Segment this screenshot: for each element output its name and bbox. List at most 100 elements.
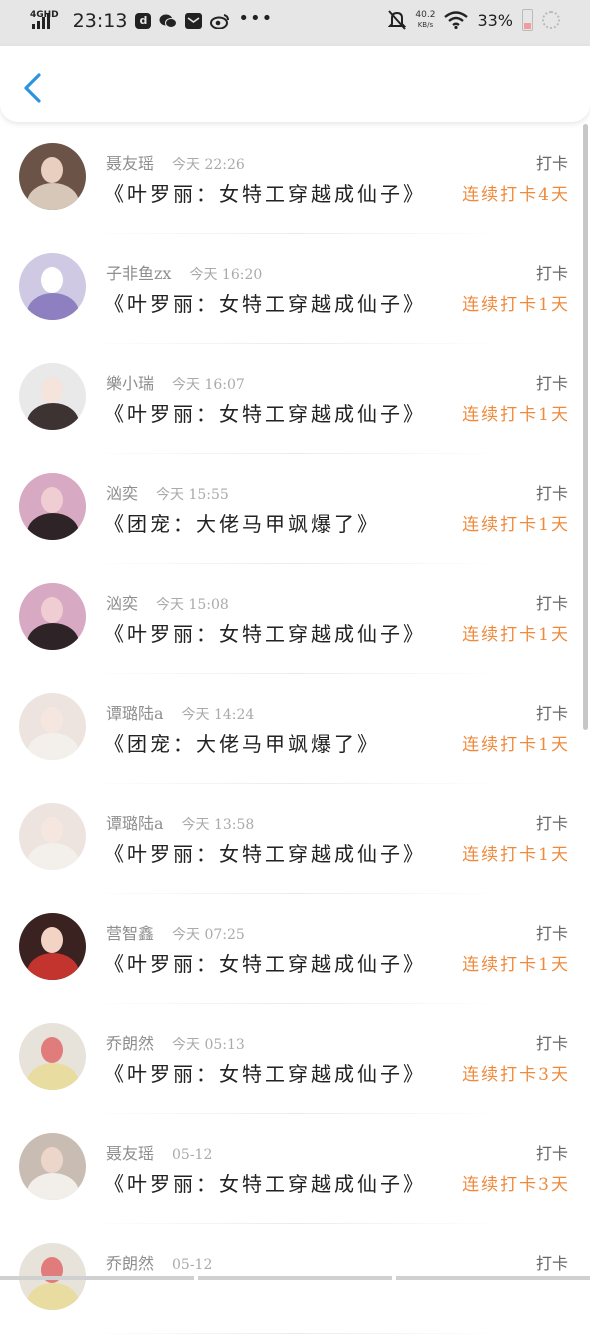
avatar-face: [41, 377, 63, 403]
avatar[interactable]: [19, 253, 86, 320]
user-name[interactable]: 谭璐陆a: [106, 700, 164, 724]
checkin-tag: 打卡: [535, 594, 568, 613]
chevron-left-icon[interactable]: [20, 72, 48, 104]
avatar-face: [41, 1147, 63, 1173]
avatar-figure: [27, 1063, 79, 1090]
user-name[interactable]: 营智鑫: [106, 920, 154, 944]
streak-label: 连续打卡3天: [462, 1175, 570, 1195]
streak-label: 连续打卡1天: [462, 625, 570, 645]
avatar-figure: [27, 623, 79, 650]
book-title[interactable]: 《团宠：大佬马甲飒爆了》: [104, 508, 380, 537]
avatar-face: [41, 927, 63, 953]
list-item[interactable]: 乔朗然 今天 05:13 打卡 《叶罗丽：女特工穿越成仙子》 连续打卡3天: [0, 1004, 590, 1114]
user-name[interactable]: 乔朗然: [106, 1250, 154, 1274]
user-name[interactable]: 聂友瑶: [106, 150, 154, 174]
speed-value: 40.2: [415, 10, 436, 20]
user-name[interactable]: 樂小瑞: [106, 370, 154, 394]
checkin-time: 今天 16:07: [172, 377, 245, 393]
book-title[interactable]: 《叶罗丽：女特工穿越成仙子》: [104, 178, 426, 207]
avatar-figure: [27, 843, 79, 870]
streak-label: 连续打卡1天: [462, 295, 570, 315]
record-meta: 汹奕 今天 15:55: [106, 480, 229, 504]
list-item[interactable]: 聂友瑶 05-12 打卡《叶罗丽：女特工穿越成仙子》 连续打卡3天: [0, 1114, 590, 1224]
list-item[interactable]: 子非鱼zx 今天 16:20 打卡《叶罗丽：女特工穿越成仙子》 连续打卡1天: [0, 234, 590, 344]
book-title[interactable]: 《叶罗丽：女特工穿越成仙子》: [104, 1058, 426, 1087]
streak-label: 连续打卡1天: [462, 955, 570, 975]
list-item[interactable]: 樂小瑞 今天 16:07 打卡 《叶罗丽：女特工穿越成仙子》 连续打卡1天: [0, 344, 590, 454]
speed-unit: KB/s: [417, 21, 434, 29]
scrollbar[interactable]: [583, 124, 588, 730]
streak-label: 连续打卡1天: [462, 845, 570, 865]
loading-icon: [542, 11, 560, 29]
checkin-time: 05-12: [172, 1147, 213, 1163]
status-left: 4GHD 23:13 d •••: [30, 8, 273, 33]
avatar[interactable]: [19, 583, 86, 650]
status-right: 40.2 KB/s 33%: [388, 9, 560, 31]
record-meta: 谭璐陆a 今天 14:24: [106, 700, 254, 724]
record-meta: 汹奕 今天 15:08: [106, 590, 229, 614]
checkin-time: 今天 14:24: [181, 707, 255, 723]
app-icon: d: [135, 13, 152, 29]
user-name[interactable]: 子非鱼zx: [106, 260, 171, 284]
checkin-time: 今天 07:25: [172, 927, 245, 943]
book-title[interactable]: 《叶罗丽：女特工穿越成仙子》: [104, 1168, 426, 1197]
book-title[interactable]: 《叶罗丽：女特工穿越成仙子》: [104, 288, 426, 317]
book-title[interactable]: 《叶罗丽：女特工穿越成仙子》: [104, 838, 426, 867]
record-meta: 谭璐陆a 今天 13:58: [106, 810, 254, 834]
avatar-figure: [27, 293, 79, 320]
avatar[interactable]: [19, 913, 86, 980]
avatar[interactable]: [19, 363, 86, 430]
avatar[interactable]: [19, 143, 86, 210]
checkin-time: 今天 15:55: [156, 487, 229, 503]
network-speed: 40.2 KB/s: [415, 10, 435, 30]
list-item[interactable]: 谭璐陆a 今天 14:24 打卡 《团宠：大佬马甲飒爆了》 连续打卡1天: [0, 674, 590, 784]
avatar[interactable]: [19, 473, 86, 540]
avatar[interactable]: [19, 693, 86, 760]
record-meta: 聂友瑶 今天 22:26: [106, 150, 245, 174]
book-title[interactable]: 《叶罗丽：女特工穿越成仙子》: [104, 618, 426, 647]
checkin-tag: 打卡: [535, 924, 568, 943]
checkin-tag: 打卡: [535, 814, 568, 833]
avatar-figure: [27, 513, 79, 540]
book-title[interactable]: 《团宠：大佬马甲飒爆了》: [104, 728, 380, 757]
avatar[interactable]: [19, 1133, 86, 1200]
avatar-face: [41, 1037, 63, 1063]
record-meta: 樂小瑞 今天 16:07: [106, 370, 245, 394]
checkin-tag: 打卡: [535, 264, 568, 283]
mail-icon: [185, 13, 203, 29]
book-title[interactable]: 《叶罗丽：女特工穿越成仙子》: [104, 398, 426, 427]
checkin-time: 今天 13:58: [181, 817, 255, 833]
avatar-figure: [27, 953, 79, 980]
list-item[interactable]: 汹奕 今天 15:08 打卡《叶罗丽：女特工穿越成仙子》 连续打卡1天: [0, 564, 590, 674]
checkin-tag: 打卡: [535, 1254, 568, 1273]
streak-label: 连续打卡4天: [462, 185, 570, 205]
checkin-time: 今天 22:26: [172, 157, 245, 173]
record-meta: 乔朗然 05-12: [106, 1250, 212, 1274]
user-name[interactable]: 汹奕: [106, 590, 138, 614]
checkin-time: 今天 05:13: [172, 1037, 245, 1053]
book-title[interactable]: 《叶罗丽：女特工穿越成仙子》: [104, 948, 426, 977]
streak-label: 连续打卡1天: [462, 515, 570, 535]
checkin-tag: 打卡: [535, 1144, 568, 1163]
avatar[interactable]: [19, 803, 86, 870]
avatar-figure: [27, 1283, 79, 1310]
user-name[interactable]: 乔朗然: [106, 1030, 154, 1054]
list-item[interactable]: 谭璐陆a 今天 13:58 打卡《叶罗丽：女特工穿越成仙子》 连续打卡1天: [0, 784, 590, 894]
avatar-face: [41, 817, 63, 843]
avatar[interactable]: [19, 1023, 86, 1090]
weibo-icon: [210, 14, 230, 29]
checkin-time: 今天 16:20: [189, 267, 263, 283]
avatar-face: [41, 707, 63, 733]
record-meta: 营智鑫 今天 07:25: [106, 920, 245, 944]
user-name[interactable]: 汹奕: [106, 480, 138, 504]
mute-icon: [388, 10, 407, 30]
list-item[interactable]: 汹奕 今天 15:55 打卡 《团宠：大佬马甲飒爆了》 连续打卡1天: [0, 454, 590, 564]
user-name[interactable]: 聂友瑶: [106, 1140, 154, 1164]
user-name[interactable]: 谭璐陆a: [106, 810, 164, 834]
bottom-edge: [0, 1276, 590, 1280]
list-item[interactable]: 聂友瑶 今天 22:26 打卡 《叶罗丽：女特工穿越成仙子》 连续打卡4天: [0, 124, 590, 234]
list-item[interactable]: 营智鑫 今天 07:25 打卡《叶罗丽：女特工穿越成仙子》 连续打卡1天: [0, 894, 590, 1004]
record-meta: 聂友瑶 05-12: [106, 1140, 212, 1164]
checkin-tag: 打卡: [535, 374, 568, 393]
wifi-icon: [444, 11, 469, 29]
